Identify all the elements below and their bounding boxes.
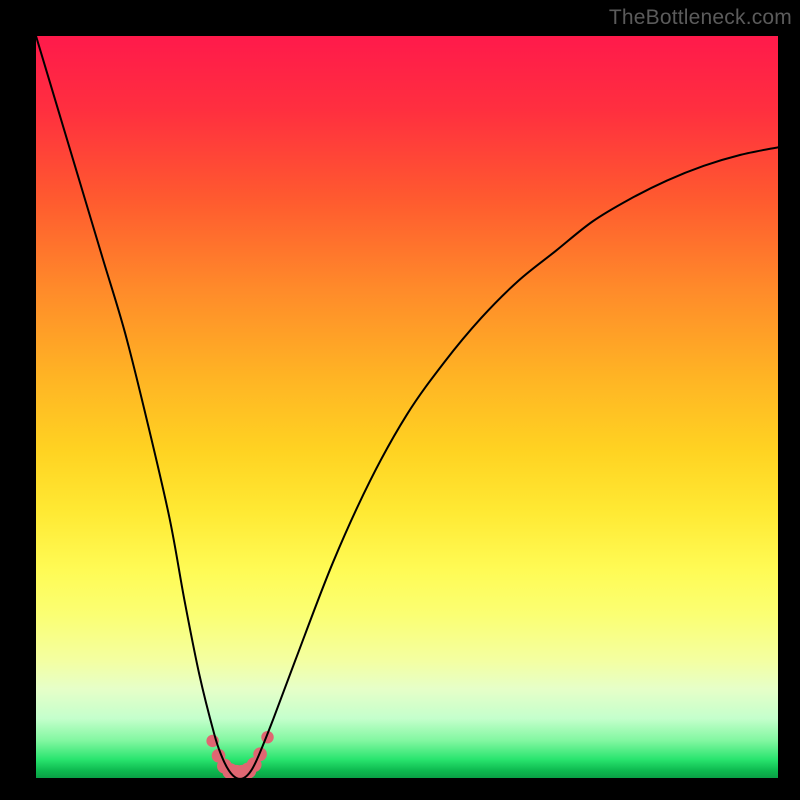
bottleneck-curve xyxy=(36,36,778,778)
chart-svg xyxy=(36,36,778,778)
watermark-text: TheBottleneck.com xyxy=(609,6,792,30)
plot-area xyxy=(36,36,778,778)
chart-frame: TheBottleneck.com xyxy=(0,0,800,800)
marker-group xyxy=(206,731,273,778)
